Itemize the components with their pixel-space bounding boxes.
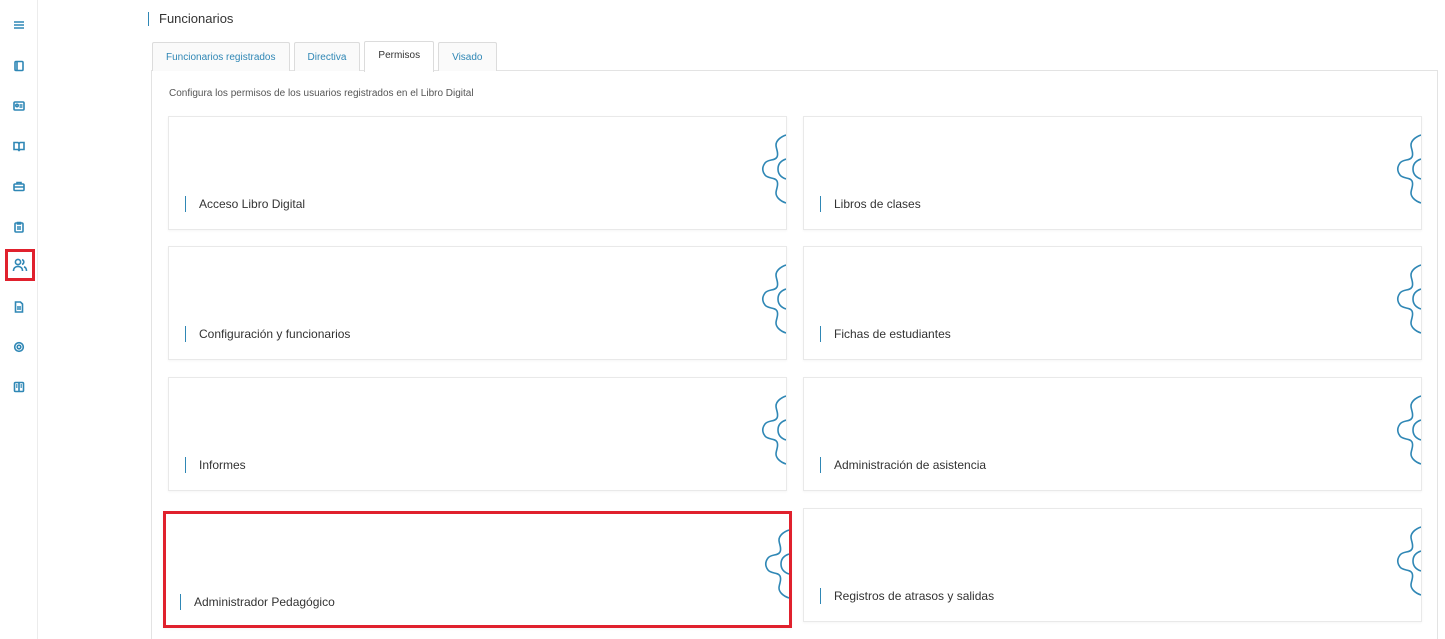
tab-directiva[interactable]: Directiva (293, 42, 361, 71)
card-label: Configuración y funcionarios (185, 326, 350, 342)
gear-icon (1379, 263, 1421, 343)
sidebar (0, 0, 38, 639)
tab-funcionarios-registrados[interactable]: Funcionarios registrados (152, 42, 290, 71)
users-icon[interactable] (5, 249, 35, 281)
clipboard-icon[interactable] (8, 216, 30, 238)
permission-card-registros-de-atrasos-y-salidas[interactable]: Registros de atrasos y salidas (803, 508, 1422, 622)
permission-card-administracion-de-asistencia[interactable]: Administración de asistencia (803, 377, 1422, 491)
card-label: Acceso Libro Digital (185, 196, 305, 212)
tab-bar: Funcionarios registrados Directiva Permi… (152, 40, 497, 72)
gear-icon (744, 394, 786, 474)
card-label: Registros de atrasos y salidas (820, 588, 994, 604)
book-icon[interactable] (8, 55, 30, 77)
tab-permisos[interactable]: Permisos (364, 41, 435, 72)
card-label: Administrador Pedagógico (180, 594, 335, 610)
permissions-description: Configura los permisos de los usuarios r… (169, 88, 474, 99)
settings-icon[interactable] (8, 336, 30, 358)
permission-card-fichas-de-estudiantes[interactable]: Fichas de estudiantes (803, 246, 1422, 360)
card-label: Libros de clases (820, 196, 921, 212)
id-card-icon[interactable] (8, 95, 30, 117)
card-label: Administración de asistencia (820, 457, 986, 473)
briefcase-icon[interactable] (8, 175, 30, 197)
notebook-icon[interactable] (8, 376, 30, 398)
tab-visado[interactable]: Visado (438, 42, 497, 71)
document-icon[interactable] (8, 296, 30, 318)
permission-card-configuracion-y-funcionarios[interactable]: Configuración y funcionarios (168, 246, 787, 360)
gear-icon (747, 528, 789, 608)
menu-icon[interactable] (8, 14, 30, 36)
gear-icon (1379, 133, 1421, 213)
card-label: Informes (185, 457, 246, 473)
gear-icon (744, 263, 786, 343)
permission-card-libros-de-clases[interactable]: Libros de clases (803, 116, 1422, 230)
open-book-icon[interactable] (8, 135, 30, 157)
gear-icon (1379, 394, 1421, 474)
permission-card-informes[interactable]: Informes (168, 377, 787, 491)
gear-icon (1379, 525, 1421, 605)
permission-card-acceso-libro-digital[interactable]: Acceso Libro Digital (168, 116, 787, 230)
card-label: Fichas de estudiantes (820, 326, 951, 342)
gear-icon (744, 133, 786, 213)
permission-card-administrador-pedagogico[interactable]: Administrador Pedagógico (163, 511, 792, 628)
page-title: Funcionarios (148, 12, 233, 26)
